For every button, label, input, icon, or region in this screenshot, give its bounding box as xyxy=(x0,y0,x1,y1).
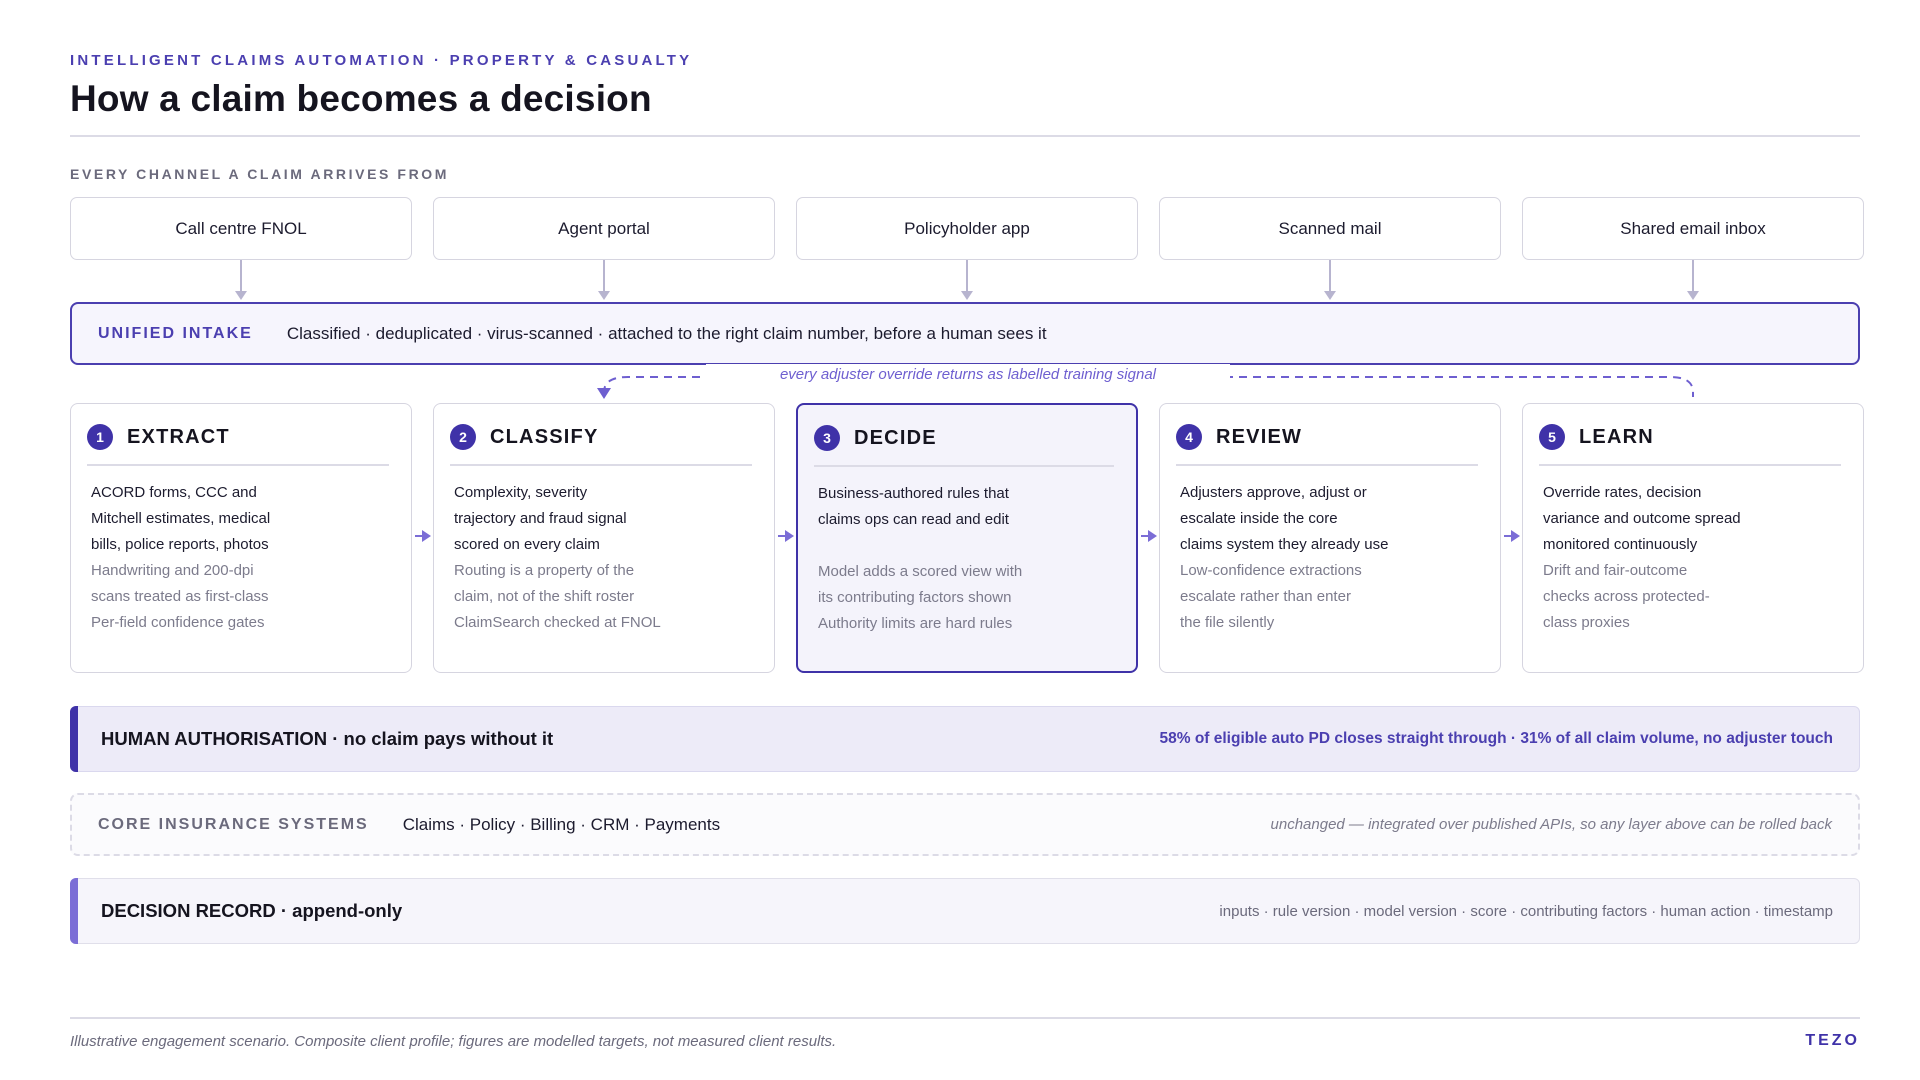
stage-spacer xyxy=(818,533,1118,559)
stage-secondary-line: escalate rather than enter xyxy=(1180,587,1351,605)
stage-primary-line: Mitchell estimates, medical xyxy=(91,509,271,527)
stage-secondary-line: checks across protected- xyxy=(1543,587,1710,605)
stage-classify: 2 CLASSIFY Complexity, severity trajecto… xyxy=(433,403,775,673)
stage-body: Business-authored rules that claims ops … xyxy=(814,481,1118,637)
feedback-arrowhead xyxy=(597,388,611,399)
channel-shared-email: Shared email inbox xyxy=(1522,197,1864,260)
authorisation-metric: 58% of eligible auto PD closes straight … xyxy=(1159,730,1833,747)
stage-secondary-line: Drift and fair-outcome xyxy=(1543,561,1688,579)
stage-learn: 5 LEARN Override rates, decision varianc… xyxy=(1522,403,1864,673)
stage-title: REVIEW xyxy=(1216,425,1303,448)
stage-extract: 1 EXTRACT ACORD forms, CCC and Mitchell … xyxy=(70,403,412,673)
stage-secondary-line: Handwriting and 200-dpi xyxy=(91,561,254,579)
stage-title: LEARN xyxy=(1579,425,1654,448)
stage-primary-line: escalate inside the core xyxy=(1180,509,1338,527)
stage-primary-line: scored on every claim xyxy=(454,535,600,553)
stage-number-badge: 4 xyxy=(1176,424,1202,450)
stage-divider xyxy=(1539,464,1841,466)
stage-primary-line: ACORD forms, CCC and xyxy=(91,483,257,501)
stage-secondary-line: its contributing factors shown xyxy=(818,588,1012,606)
stage-number-badge: 3 xyxy=(814,425,840,451)
channel-arrowhead-2 xyxy=(598,291,610,300)
divider xyxy=(70,135,1860,137)
stage-primary-line: variance and outcome spread xyxy=(1543,509,1741,527)
stage-body: Override rates, decision variance and ou… xyxy=(1539,480,1845,636)
stage-review: 4 REVIEW Adjusters approve, adjust or es… xyxy=(1159,403,1501,673)
stage-secondary-line: Low-confidence extractions xyxy=(1180,561,1362,579)
feedback-loop-right xyxy=(1225,376,1694,397)
channel-arrowhead-1 xyxy=(235,291,247,300)
stage-number-badge: 5 xyxy=(1539,424,1565,450)
channel-agent-portal: Agent portal xyxy=(433,197,775,260)
stage-primary-line: Adjusters approve, adjust or xyxy=(1180,483,1367,501)
stage-primary-line: claims ops can read and edit xyxy=(818,510,1009,528)
stage-secondary-line: claim, not of the shift roster xyxy=(454,587,635,605)
core-systems-bar: CORE INSURANCE SYSTEMS Claims · Policy ·… xyxy=(70,793,1860,856)
channel-arrowhead-3 xyxy=(961,291,973,300)
stage-body: Complexity, severity trajectory and frau… xyxy=(450,480,756,636)
stage-secondary-line: Per-field confidence gates xyxy=(91,613,265,631)
stage-secondary-line: Routing is a property of the xyxy=(454,561,635,579)
core-systems-tag: CORE INSURANCE SYSTEMS xyxy=(98,815,369,833)
stage-title: EXTRACT xyxy=(127,425,230,448)
intake-text: Classified · deduplicated · virus-scanne… xyxy=(286,323,1047,343)
decision-record-label: DECISION RECORD · append-only xyxy=(101,900,403,921)
channel-call-centre: Call centre FNOL xyxy=(70,197,412,260)
stage-body: Adjusters approve, adjust or escalate in… xyxy=(1176,480,1482,636)
stage-primary-line: trajectory and fraud signal xyxy=(454,509,627,527)
decision-record-bar: DECISION RECORD · append-only inputs · r… xyxy=(70,878,1860,944)
stage-divider xyxy=(814,465,1114,467)
page-title: How a claim becomes a decision xyxy=(70,78,652,119)
stage-divider xyxy=(450,464,752,466)
decision-record-fields: inputs · rule version · model version · … xyxy=(1219,902,1833,920)
stage-body: ACORD forms, CCC and Mitchell estimates,… xyxy=(87,480,393,636)
stage-primary-line: Business-authored rules that xyxy=(818,484,1009,502)
stage-secondary-line: ClaimSearch checked at FNOL xyxy=(454,613,661,631)
channel-policyholder-app: Policyholder app xyxy=(796,197,1138,260)
stage-secondary-line: scans treated as first-class xyxy=(91,587,269,605)
channel-arrowhead-4 xyxy=(1324,291,1336,300)
stage-secondary-line: the file silently xyxy=(1180,613,1275,631)
stage-secondary-line: class proxies xyxy=(1543,613,1630,631)
stage-secondary-line: Model adds a scored view with xyxy=(818,562,1023,580)
stage-title: CLASSIFY xyxy=(490,425,599,448)
authorisation-label: HUMAN AUTHORISATION · no claim pays with… xyxy=(101,728,554,749)
stage-primary-line: Override rates, decision xyxy=(1543,483,1702,501)
unified-intake-bar: UNIFIED INTAKE Classified · deduplicated… xyxy=(70,302,1860,365)
intake-tag: UNIFIED INTAKE xyxy=(98,324,253,342)
stage-primary-line: claims system they already use xyxy=(1180,535,1389,553)
footer-divider xyxy=(70,1017,1860,1019)
feedback-loop-left xyxy=(603,376,700,394)
stage-decide: 3 DECIDE Business-authored rules that cl… xyxy=(796,403,1138,673)
channel-arrowhead-5 xyxy=(1687,291,1699,300)
brand-logo: TEZO xyxy=(1805,1032,1860,1049)
eyebrow: INTELLIGENT CLAIMS AUTOMATION · PROPERTY… xyxy=(70,52,693,69)
stage-primary-line: monitored continuously xyxy=(1543,535,1698,553)
core-systems-note: unchanged — integrated over published AP… xyxy=(1270,816,1832,833)
core-systems-list: Claims · Policy · Billing · CRM · Paymen… xyxy=(402,814,721,834)
channel-scanned-mail: Scanned mail xyxy=(1159,197,1501,260)
feedback-loop-note: every adjuster override returns as label… xyxy=(706,364,1230,390)
stage-primary-line: Complexity, severity xyxy=(454,483,588,501)
stage-title: DECIDE xyxy=(854,426,937,449)
footnote: Illustrative engagement scenario. Compos… xyxy=(70,1033,837,1050)
stage-divider xyxy=(1176,464,1478,466)
stage-number-badge: 1 xyxy=(87,424,113,450)
stage-secondary-line: Authority limits are hard rules xyxy=(818,614,1013,632)
stage-primary-line: bills, police reports, photos xyxy=(91,535,269,553)
human-authorisation-bar: HUMAN AUTHORISATION · no claim pays with… xyxy=(70,706,1860,772)
stage-number-badge: 2 xyxy=(450,424,476,450)
stage-divider xyxy=(87,464,389,466)
channels-label: EVERY CHANNEL A CLAIM ARRIVES FROM xyxy=(70,166,450,182)
